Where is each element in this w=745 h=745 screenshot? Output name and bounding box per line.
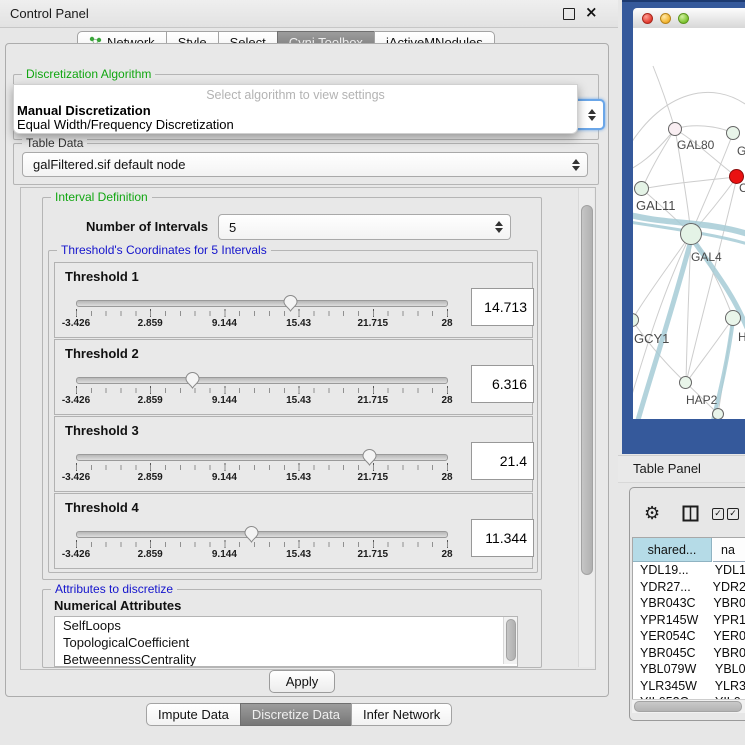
node-label-gal4: GAL4 (691, 250, 722, 264)
node-label-partial: H (738, 330, 745, 344)
number-of-intervals-value: 5 (219, 220, 494, 235)
table-data-value: galFiltered.sif default node (23, 157, 571, 172)
close-window-icon[interactable] (642, 13, 653, 24)
table-row[interactable]: YER054CYER0 (633, 629, 745, 646)
column-header-name[interactable]: na (713, 538, 745, 562)
minimize-window-icon[interactable] (660, 13, 671, 24)
attributes-legend: Attributes to discretize (51, 582, 177, 596)
tab-impute-data[interactable]: Impute Data (146, 703, 241, 726)
algorithm-placeholder: Select algorithm to view settings (14, 88, 577, 102)
scrollbar-thumb[interactable] (581, 205, 593, 575)
table-row[interactable]: YLR345WYLR3 (633, 679, 745, 696)
vertical-scrollbar[interactable] (578, 188, 594, 667)
threshold-4-slider[interactable] (76, 531, 448, 538)
cyni-mode-tabs: Impute Data Discretize Data Infer Networ… (146, 703, 452, 726)
combo-arrows-icon (571, 159, 580, 171)
table-row[interactable]: YBL079WYBL0 (633, 662, 745, 679)
network-node[interactable] (680, 223, 702, 245)
number-of-intervals-combobox[interactable]: 5 (218, 214, 511, 240)
float-window-icon[interactable] (563, 8, 575, 20)
threshold-1-panel: Threshold 1 -3.4262.8599.14415.4321.7152… (54, 262, 533, 338)
node-attribute-table[interactable]: shared... na YDL19...YDL1 YDR27...YDR2 Y… (632, 537, 745, 702)
algorithm-dropdown-popup: Select algorithm to view settings Manual… (13, 84, 578, 134)
numerical-attributes-label: Numerical Attributes (54, 598, 181, 613)
network-canvas[interactable]: GAL80 G C GAL11 GAL4 GCY1 H HAP2 (633, 28, 745, 419)
scrollbar-thumb[interactable] (506, 619, 516, 661)
tab-infer-network[interactable]: Infer Network (351, 703, 452, 726)
list-scrollbar[interactable] (503, 617, 517, 664)
thresholds-legend: Threshold's Coordinates for 5 Intervals (57, 243, 271, 257)
checkbox-icon[interactable]: ✓ (727, 508, 739, 520)
numerical-attributes-list[interactable]: SelfLoops TopologicalCoefficient Between… (54, 616, 518, 667)
combo-arrows-icon (587, 109, 596, 121)
network-window-titlebar (633, 8, 745, 28)
network-node[interactable] (725, 310, 741, 326)
zoom-window-icon[interactable] (678, 13, 689, 24)
table-data-legend: Table Data (22, 136, 87, 150)
gear-icon[interactable]: ⚙ (644, 503, 660, 524)
threshold-1-value-field[interactable]: 14.713 (471, 288, 534, 326)
threshold-3-value-field[interactable]: 21.4 (471, 442, 534, 480)
threshold-2-panel: Threshold 2 -3.4262.8599.14415.4321.7152… (54, 339, 533, 415)
node-label-partial: G (737, 144, 745, 158)
node-label-hap2: HAP2 (686, 393, 717, 407)
node-label-gal80: GAL80 (677, 138, 714, 152)
column-header-shared-name[interactable]: shared... (633, 538, 712, 562)
list-item[interactable]: BetweennessCentrality (55, 651, 517, 667)
menu-item-manual-discretization[interactable]: Manual Discretization (17, 103, 151, 118)
node-label-partial: C (739, 181, 745, 195)
threshold-1-slider[interactable] (76, 300, 448, 307)
split-columns-icon[interactable] (682, 505, 699, 522)
node-label-gcy1: GCY1 (634, 331, 669, 346)
table-row[interactable]: YDR27...YDR2 (633, 580, 745, 597)
interval-definition-legend: Interval Definition (51, 190, 152, 204)
control-panel-titlebar (0, 0, 618, 28)
threshold-3-slider[interactable] (76, 454, 448, 461)
list-item[interactable]: TopologicalCoefficient (55, 634, 517, 651)
threshold-3-panel: Threshold 3 -3.4262.8599.14415.4321.7152… (54, 416, 533, 492)
screen: Control Panel × Network Style Select Cyn… (0, 0, 745, 745)
threshold-4-panel: Threshold 4 -3.4262.8599.14415.4321.7152… (54, 493, 533, 569)
apply-button[interactable]: Apply (269, 670, 335, 693)
network-node[interactable] (679, 376, 692, 389)
close-icon[interactable]: × (585, 3, 598, 21)
checkbox-icon[interactable]: ✓ (712, 508, 724, 520)
combo-arrows-icon (494, 221, 503, 233)
threshold-4-value-field[interactable]: 11.344 (471, 519, 534, 557)
control-panel-title: Control Panel (10, 6, 89, 21)
table-row[interactable]: YBR045CYBR0 (633, 646, 745, 663)
table-row[interactable]: YPR145WYPR1 (633, 613, 745, 630)
table-row[interactable]: YDL19...YDL1 (633, 563, 745, 580)
scrollbar-thumb[interactable] (634, 701, 742, 712)
node-label-gal11: GAL11 (636, 198, 676, 213)
number-of-intervals-label: Number of Intervals (86, 219, 208, 234)
network-node[interactable] (712, 408, 724, 419)
table-data-combobox[interactable]: galFiltered.sif default node (22, 152, 588, 177)
threshold-2-slider[interactable] (76, 377, 448, 384)
table-row[interactable]: YBR043CYBR0 (633, 596, 745, 613)
menu-item-equal-width-frequency[interactable]: Equal Width/Frequency Discretization (17, 117, 234, 132)
threshold-2-value-field[interactable]: 6.316 (471, 365, 534, 403)
network-node[interactable] (634, 181, 649, 196)
tab-discretize-data[interactable]: Discretize Data (240, 703, 352, 726)
list-item[interactable]: SelfLoops (55, 617, 517, 634)
network-node[interactable] (668, 122, 682, 136)
discretization-algorithm-legend: Discretization Algorithm (22, 67, 155, 81)
table-panel-title: Table Panel (633, 461, 701, 476)
network-node[interactable] (726, 126, 740, 140)
